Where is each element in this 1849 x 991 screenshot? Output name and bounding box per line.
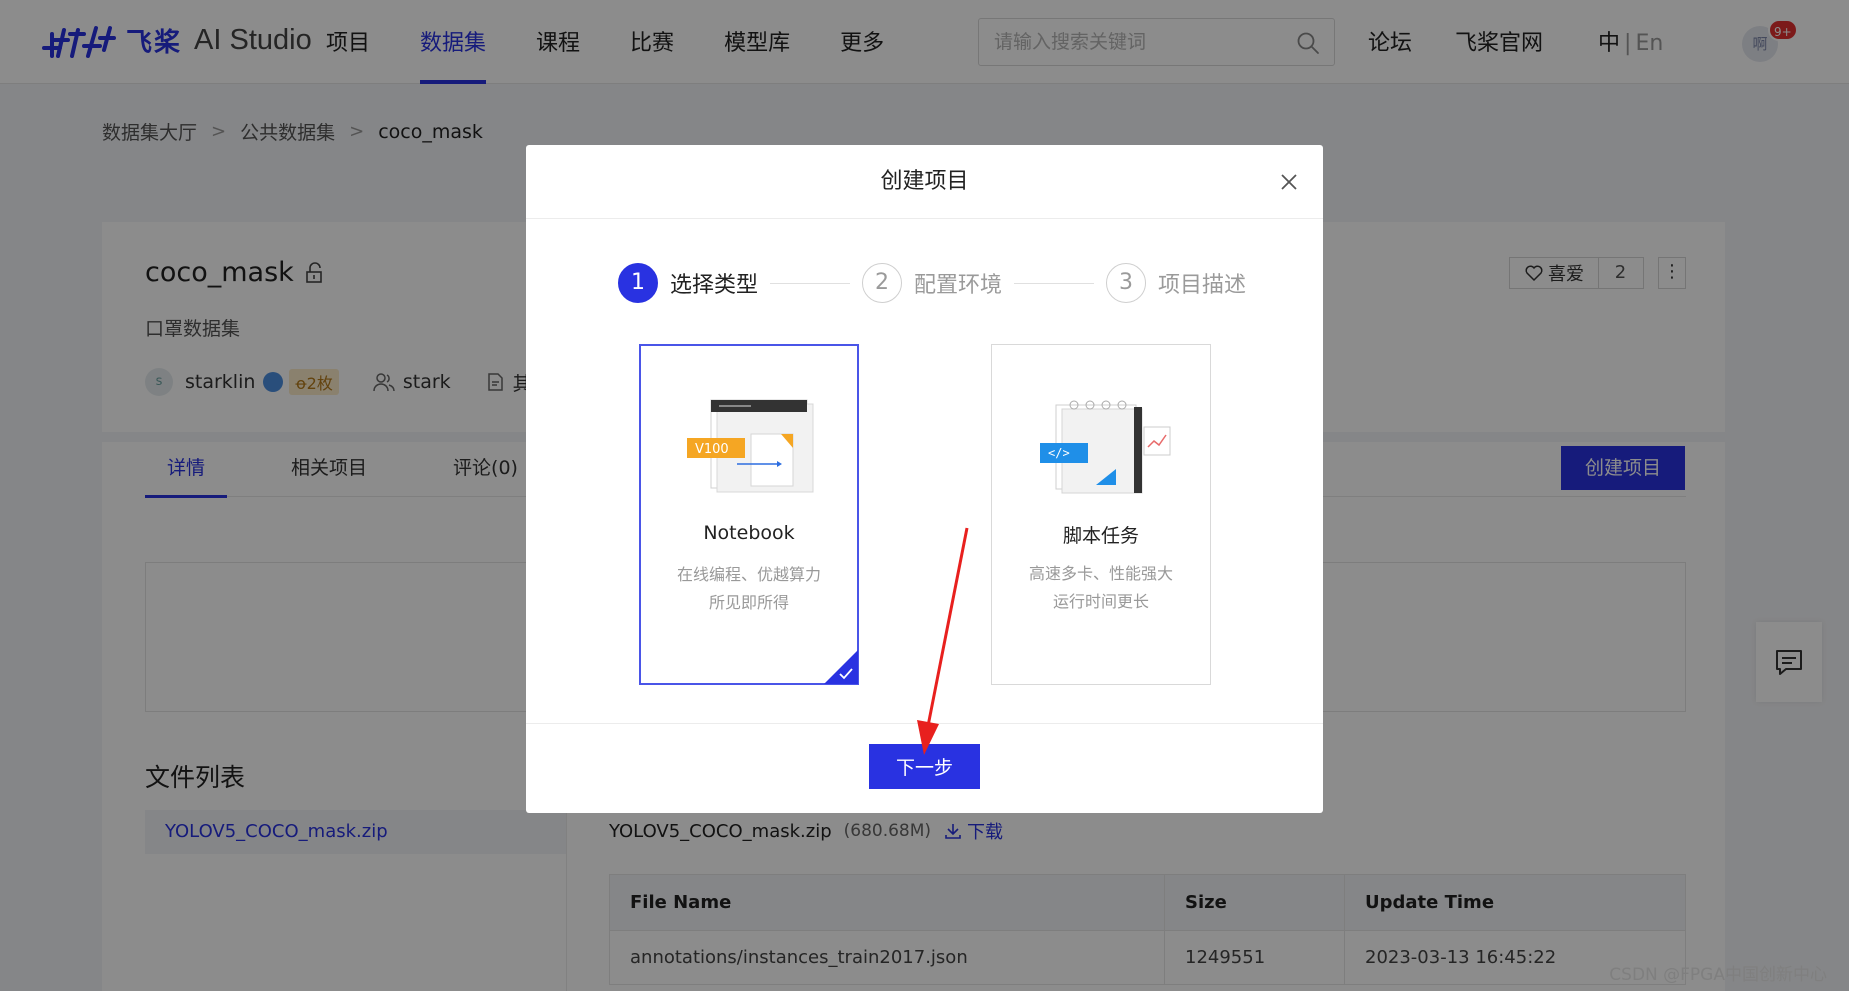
type-card-title: Notebook — [703, 522, 795, 544]
illus-tag-v100: V100 — [695, 442, 729, 457]
step-configure-env: 2 配置环境 — [862, 263, 1002, 303]
step-indicator: 1 选择类型 2 配置环境 3 项目描述 — [618, 263, 1246, 303]
step-connector — [1014, 282, 1095, 284]
step-number: 1 — [618, 263, 658, 303]
desc-line: 在线编程、优越算力 — [676, 565, 821, 584]
selected-check-icon — [824, 650, 858, 684]
desc-line: 高速多卡、性能强大 — [1028, 564, 1173, 583]
annotation-arrow-icon — [917, 527, 969, 755]
step-number: 3 — [1106, 263, 1147, 303]
step-label: 配置环境 — [914, 273, 1003, 298]
step-number: 2 — [862, 263, 903, 303]
illus-tag-code: </> — [1048, 446, 1070, 460]
desc-line: 运行时间更长 — [1052, 592, 1149, 611]
step-connector — [770, 282, 851, 284]
desc-line: 所见即所得 — [708, 593, 789, 612]
step-project-description: 3 项目描述 — [1106, 263, 1246, 303]
type-card-description: 高速多卡、性能强大 运行时间更长 — [992, 560, 1210, 616]
modal-title: 创建项目 — [880, 169, 969, 194]
step-select-type: 1 选择类型 — [618, 263, 758, 303]
step-label: 项目描述 — [1158, 273, 1247, 298]
notebook-illustration-icon: V100 — [687, 399, 814, 493]
type-card-title: 脚本任务 — [1062, 525, 1139, 547]
script-task-illustration-icon: </> — [1040, 400, 1171, 494]
type-card-notebook[interactable]: V100 Notebook 在线编程、优越算力 所见即所得 — [639, 344, 859, 685]
type-card-description: 在线编程、优越算力 所见即所得 — [641, 561, 857, 617]
modal-header: 创建项目 — [526, 145, 1323, 219]
close-icon[interactable] — [1277, 170, 1301, 194]
step-label: 选择类型 — [670, 273, 759, 298]
type-card-script-task[interactable]: </> 脚本任务 高速多卡、性能强大 运行时间更长 — [991, 344, 1211, 685]
